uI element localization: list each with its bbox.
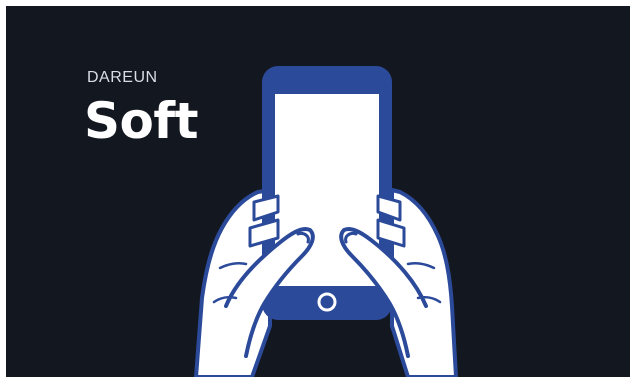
phone-in-hands-illustration	[194, 66, 458, 377]
banner: DAREUN Soft	[6, 6, 630, 377]
